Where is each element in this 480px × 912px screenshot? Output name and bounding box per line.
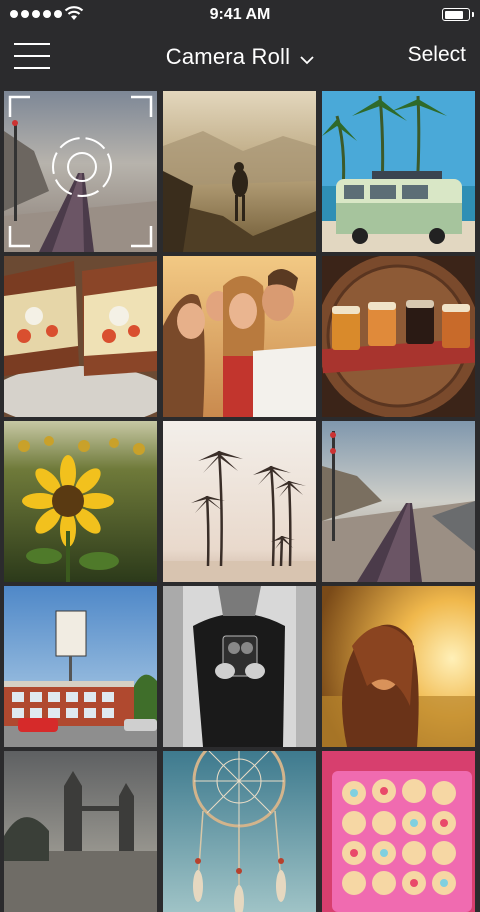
photo-thumbnail[interactable] bbox=[322, 91, 475, 252]
photo-thumbnail[interactable] bbox=[4, 586, 157, 747]
photo-thumbnail[interactable] bbox=[4, 421, 157, 582]
select-button[interactable]: Select bbox=[408, 43, 466, 67]
photo-thumbnail[interactable] bbox=[4, 256, 157, 417]
photo-thumbnail[interactable] bbox=[163, 91, 316, 252]
photo-thumbnail[interactable] bbox=[163, 256, 316, 417]
chevron-down-icon bbox=[300, 55, 314, 64]
photo-thumbnail[interactable] bbox=[163, 421, 316, 582]
photo-thumbnail[interactable] bbox=[163, 586, 316, 747]
hiker-photo bbox=[163, 91, 316, 252]
golden-field-photo bbox=[322, 586, 475, 747]
photo-thumbnail[interactable] bbox=[4, 751, 157, 912]
sandwich-photo bbox=[4, 256, 157, 417]
sunflower-photo bbox=[4, 421, 157, 582]
battery-icon bbox=[442, 8, 474, 21]
friends-photo bbox=[163, 256, 316, 417]
beer-photo bbox=[322, 256, 475, 417]
cupcakes-photo bbox=[322, 751, 475, 912]
camera-man-photo bbox=[163, 586, 316, 747]
building-photo bbox=[4, 586, 157, 747]
photo-thumbnail[interactable] bbox=[322, 421, 475, 582]
focus-frame-overlay bbox=[8, 95, 153, 248]
photo-thumbnail[interactable] bbox=[163, 751, 316, 912]
status-bar: 9:41 AM bbox=[0, 0, 480, 30]
bridge-photo bbox=[4, 751, 157, 912]
photo-thumbnail[interactable] bbox=[322, 586, 475, 747]
status-time: 9:41 AM bbox=[209, 6, 271, 23]
dreamcatcher-photo bbox=[163, 751, 316, 912]
photo-grid bbox=[4, 91, 476, 912]
van-photo bbox=[322, 91, 475, 252]
photo-thumbnail[interactable] bbox=[322, 751, 475, 912]
navigation-bar: Camera Roll Select bbox=[0, 30, 480, 86]
photo-thumbnail[interactable] bbox=[322, 256, 475, 417]
album-title: Camera Roll bbox=[165, 44, 291, 69]
palms-photo bbox=[163, 421, 316, 582]
coastal-railway-photo bbox=[322, 421, 475, 582]
photo-thumbnail[interactable] bbox=[4, 91, 157, 252]
